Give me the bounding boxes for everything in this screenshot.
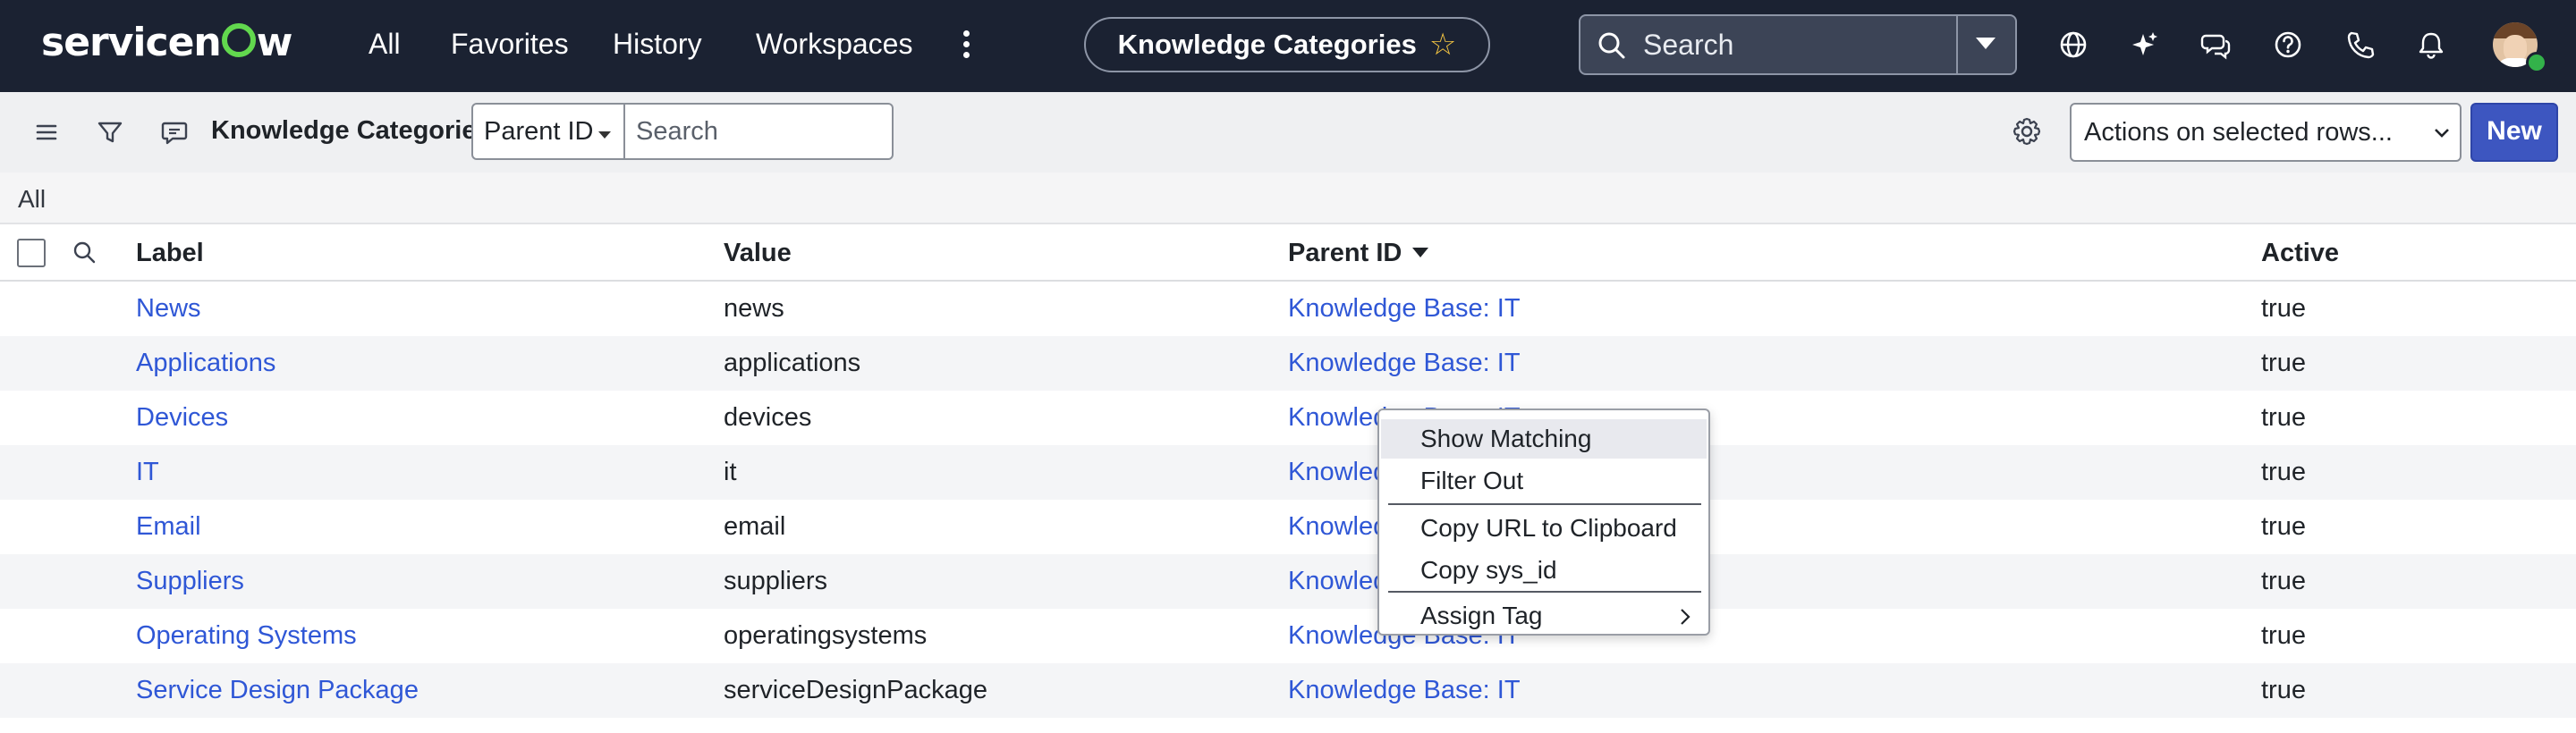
comment-icon[interactable] <box>157 115 191 149</box>
row-label-link[interactable]: Email <box>136 512 201 542</box>
global-search-placeholder: Search <box>1643 29 1734 61</box>
top-navigation-bar: servicen w All Favorites History Workspac… <box>0 0 2576 92</box>
nav-favorites[interactable]: Favorites <box>451 23 569 64</box>
row-active: true <box>2261 349 2306 377</box>
search-field-select[interactable]: Parent ID <box>471 103 625 160</box>
row-value: suppliers <box>724 567 828 595</box>
chevron-right-icon <box>1681 609 1690 625</box>
menu-item-label: Assign Tag <box>1420 602 1543 629</box>
table-row: Service Design Package serviceDesignPack… <box>0 663 2576 718</box>
row-active: true <box>2261 458 2306 486</box>
breadcrumb: All <box>0 173 2576 224</box>
chat-icon[interactable] <box>2199 27 2234 63</box>
servicenow-logo[interactable]: servicen w <box>41 16 292 70</box>
row-active: true <box>2261 294 2306 323</box>
list-settings-gear-icon[interactable] <box>2010 114 2044 148</box>
list-title: Knowledge Categories <box>211 116 491 145</box>
menu-item-assign-tag[interactable]: Assign Tag <box>1381 596 1707 636</box>
table-row: IT it Knowledge Base: IT true <box>0 445 2576 500</box>
new-button[interactable]: New <box>2470 103 2558 162</box>
online-status-icon <box>2526 52 2547 73</box>
row-label-link[interactable]: Suppliers <box>136 567 244 596</box>
row-parent-link[interactable]: Knowledge Base: IT <box>1288 294 1521 324</box>
menu-item-label: Filter Out <box>1420 467 1524 494</box>
more-menu-icon[interactable] <box>959 27 973 63</box>
nav-history[interactable]: History <box>613 23 702 64</box>
row-value: email <box>724 512 786 541</box>
chevron-down-icon <box>2435 129 2449 138</box>
list-toolbar: Knowledge Categories Parent ID Actions o… <box>0 92 2576 173</box>
row-active: true <box>2261 621 2306 650</box>
star-icon[interactable]: ☆ <box>1429 29 1456 60</box>
global-search[interactable]: Search <box>1579 14 2017 75</box>
search-icon <box>1598 32 1625 59</box>
filter-icon[interactable] <box>93 115 127 149</box>
column-search-icon[interactable] <box>72 240 98 266</box>
menu-item-label: Copy sys_id <box>1420 556 1557 584</box>
row-value: news <box>724 294 784 323</box>
globe-icon[interactable] <box>2055 27 2091 63</box>
menu-item-label: Copy URL to Clipboard <box>1420 514 1677 542</box>
search-field-select-value: Parent ID <box>484 117 594 146</box>
actions-select-value: Actions on selected rows... <box>2084 118 2393 147</box>
row-label-link[interactable]: News <box>136 294 201 324</box>
table-row: News news Knowledge Base: IT true <box>0 282 2576 336</box>
table-row: Applications applications Knowledge Base… <box>0 336 2576 391</box>
column-header-parent-id-text: Parent ID <box>1288 239 1402 267</box>
logo-o-mark <box>221 23 256 57</box>
table-row: Devices devices Knowledge Base: IT true <box>0 391 2576 445</box>
phone-icon[interactable] <box>2342 27 2377 63</box>
search-divider <box>1956 16 1958 73</box>
row-parent-link[interactable]: Knowledge Base: IT <box>1288 349 1521 378</box>
bell-icon[interactable] <box>2413 27 2449 63</box>
sparkle-icon[interactable] <box>2127 27 2163 63</box>
row-value: operatingsystems <box>724 621 928 650</box>
column-header-active[interactable]: Active <box>2261 239 2339 268</box>
logo-text-start: servicen <box>41 20 222 65</box>
actions-on-selected-rows-select[interactable]: Actions on selected rows... <box>2070 103 2462 162</box>
column-header-label[interactable]: Label <box>136 239 204 268</box>
breadcrumb-all[interactable]: All <box>18 185 46 214</box>
caret-down-icon <box>598 131 611 139</box>
table-row: Email email Knowledge Base: IT true <box>0 500 2576 554</box>
column-header-value[interactable]: Value <box>724 239 792 268</box>
row-active: true <box>2261 676 2306 704</box>
row-active: true <box>2261 403 2306 432</box>
list-search-input[interactable] <box>625 103 894 160</box>
menu-divider <box>1388 503 1701 505</box>
help-icon[interactable] <box>2270 27 2306 63</box>
row-active: true <box>2261 567 2306 595</box>
row-value: it <box>724 458 737 486</box>
logo-text-end: w <box>256 20 293 65</box>
sort-descending-icon <box>1412 248 1429 257</box>
context-pill-label: Knowledge Categories <box>1117 29 1417 60</box>
column-header-parent-id[interactable]: Parent ID <box>1288 239 1429 268</box>
row-value: serviceDesignPackage <box>724 676 987 704</box>
table-row: Suppliers suppliers Knowledge Base: IT t… <box>0 554 2576 609</box>
menu-item-copy-url[interactable]: Copy URL to Clipboard <box>1381 509 1707 548</box>
table-row: Operating Systems operatingsystems Knowl… <box>0 609 2576 663</box>
row-parent-link[interactable]: Knowledge Base: IT <box>1288 676 1521 705</box>
row-label-link[interactable]: Applications <box>136 349 275 378</box>
menu-item-copy-sys-id[interactable]: Copy sys_id <box>1381 551 1707 590</box>
search-scope-dropdown-icon[interactable] <box>1976 38 1996 49</box>
nav-workspaces[interactable]: Workspaces <box>756 23 912 64</box>
context-menu: Show Matching Filter Out Copy URL to Cli… <box>1377 409 1710 636</box>
row-label-link[interactable]: Operating Systems <box>136 621 357 651</box>
context-pill[interactable]: Knowledge Categories ☆ <box>1084 17 1490 72</box>
menu-item-label: Show Matching <box>1420 425 1592 452</box>
row-value: applications <box>724 349 861 377</box>
row-label-link[interactable]: Service Design Package <box>136 676 419 705</box>
nav-all[interactable]: All <box>369 23 401 64</box>
table-header: Label Value Parent ID Active <box>0 224 2576 282</box>
menu-item-show-matching[interactable]: Show Matching <box>1381 419 1707 459</box>
menu-divider <box>1388 591 1701 593</box>
list-menu-icon[interactable] <box>30 115 64 149</box>
row-value: devices <box>724 403 812 432</box>
row-label-link[interactable]: Devices <box>136 403 228 433</box>
row-label-link[interactable]: IT <box>136 458 159 487</box>
menu-item-filter-out[interactable]: Filter Out <box>1381 461 1707 501</box>
select-all-checkbox[interactable] <box>17 239 46 267</box>
row-active: true <box>2261 512 2306 541</box>
